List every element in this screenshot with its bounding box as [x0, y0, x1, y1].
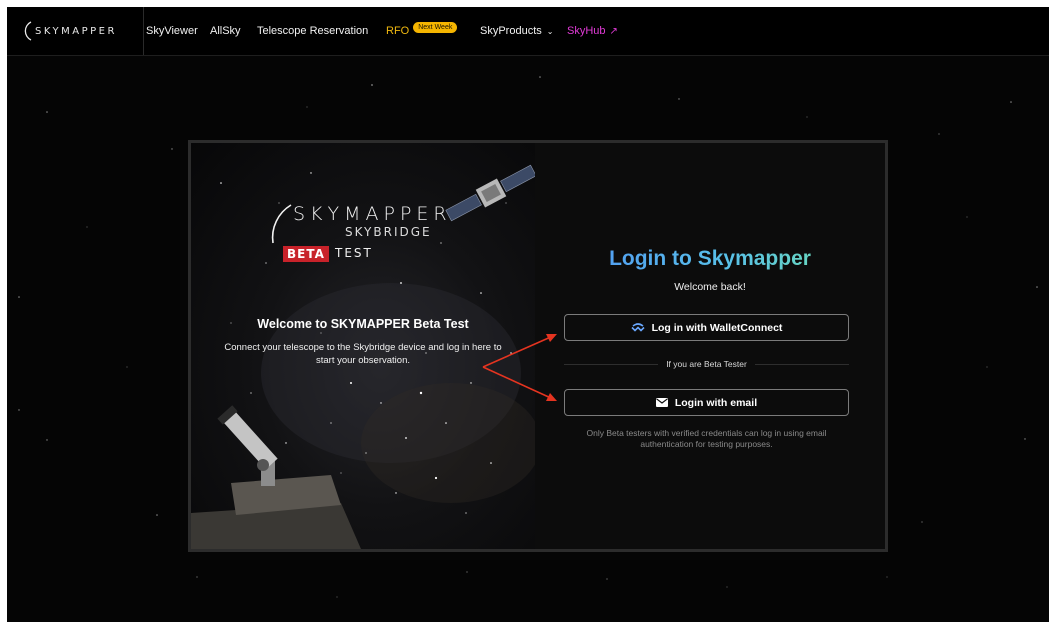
divider-line-left — [564, 363, 659, 365]
login-panel: Login to Skymapper Welcome back! Log in … — [535, 143, 885, 549]
walletconnect-login-button[interactable]: Log in with WalletConnect — [564, 314, 849, 341]
test-label: TEST — [335, 246, 373, 260]
skymapper-logo[interactable]: SKYMAPPER — [19, 7, 144, 55]
app-window: SKYMAPPER SkyViewer AllSky Telescope Res… — [7, 7, 1049, 622]
welcome-description: Connect your telescope to the Skybridge … — [224, 342, 502, 366]
nav-rfo-label: RFO — [386, 25, 410, 37]
external-link-icon: ↗ — [609, 25, 618, 37]
nav-skyviewer[interactable]: SkyViewer — [146, 7, 198, 55]
email-login-button[interactable]: Login with email — [564, 389, 849, 416]
beta-tester-divider: If you are Beta Tester — [564, 359, 850, 369]
login-title: Login to Skymapper — [535, 247, 885, 271]
top-navbar: SKYMAPPER SkyViewer AllSky Telescope Res… — [7, 7, 1049, 56]
nav-skyproducts[interactable]: SkyProducts ⌄ — [480, 7, 553, 55]
beta-badge: BETA — [283, 246, 329, 262]
welcome-panel: SKYMAPPER SKYBRIDGE BETA TEST Welcome to… — [191, 143, 535, 549]
beta-note: Only Beta testers with verified credenti… — [586, 428, 827, 449]
walletconnect-label: Log in with WalletConnect — [651, 321, 783, 334]
logo-text: SKYMAPPER — [35, 25, 117, 37]
nav-telescope-reservation[interactable]: Telescope Reservation — [257, 7, 368, 55]
nav-rfo[interactable]: RFO Next Week — [386, 7, 458, 55]
brand-sub-text: SKYBRIDGE — [345, 225, 432, 239]
walletconnect-icon — [630, 323, 645, 332]
divider-text: If you are Beta Tester — [666, 359, 747, 369]
chevron-down-icon: ⌄ — [546, 26, 554, 36]
email-login-label: Login with email — [674, 396, 758, 409]
nav-allsky[interactable]: AllSky — [210, 7, 241, 55]
divider-line-right — [754, 363, 850, 365]
welcome-back-text: Welcome back! — [674, 281, 746, 293]
envelope-icon — [655, 398, 668, 407]
nav-skyhub-label: SkyHub — [567, 25, 606, 37]
next-week-badge: Next Week — [413, 21, 458, 33]
nav-skyhub[interactable]: SkyHub ↗ — [567, 7, 618, 55]
logo-arc-icon — [24, 21, 32, 41]
nav-skyproducts-label: SkyProducts — [480, 25, 542, 37]
welcome-title: Welcome to SKYMAPPER Beta Test — [257, 317, 469, 331]
login-card: SKYMAPPER SKYBRIDGE BETA TEST Welcome to… — [188, 140, 888, 552]
brand-main-text: SKYMAPPER — [293, 203, 452, 225]
